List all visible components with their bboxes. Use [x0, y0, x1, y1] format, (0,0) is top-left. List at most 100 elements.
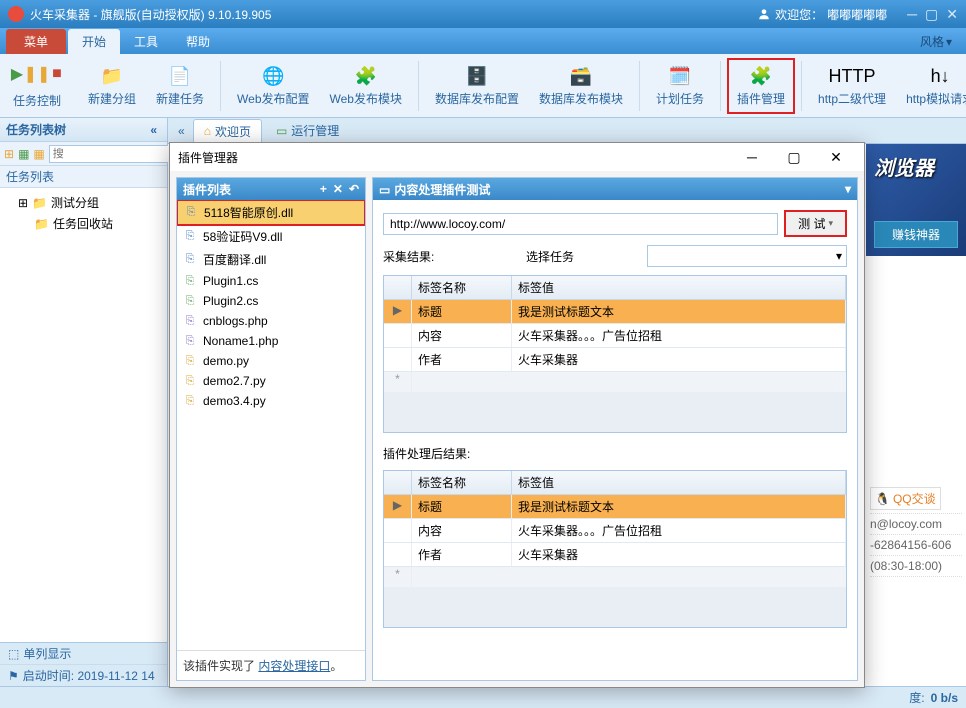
dialog-maximize-button[interactable]: ▢ — [774, 145, 814, 169]
grid2-tagname-header: 标签名称 — [412, 471, 512, 494]
plugin-item[interactable]: ⎘58验证码V9.dll — [177, 225, 365, 248]
contact-panel: 🐧QQ交谈 n@locoy.com -62864156-606 (08:30-1… — [866, 478, 966, 583]
grid2-selector-header — [384, 471, 412, 494]
plugin-item[interactable]: ⎘demo.py — [177, 351, 365, 371]
plugin-item[interactable]: ⎘Noname1.php — [177, 331, 365, 351]
after-result-grid: 标签名称 标签值 ▶标题我是测试标题文本内容火车采集器。。。广告位招租作者火车采… — [383, 470, 847, 628]
browser-title: 浏览器 — [874, 152, 958, 181]
add-folder-icon[interactable]: ⊞ — [4, 146, 14, 162]
ribbon-icon: 🧩 — [354, 64, 378, 88]
grid-tagvalue-header: 标签值 — [512, 276, 846, 299]
ribbon-icon: h↓ — [928, 64, 952, 88]
tree-item[interactable]: 📁任务回收站 — [4, 213, 163, 234]
remove-plugin-button[interactable]: ✕ — [333, 182, 343, 196]
ribbon-数据库发布配置[interactable]: 🗄️数据库发布配置 — [425, 58, 529, 114]
grid-selector-header — [384, 276, 412, 299]
username: 嘟嘟嘟嘟嘟 — [827, 6, 887, 23]
select-task-label: 选择任务 — [526, 248, 574, 265]
ribbon-Web发布模块[interactable]: 🧩Web发布模块 — [320, 58, 412, 114]
ribbon-icon: 📄 — [168, 64, 192, 88]
plugin-item[interactable]: ⎘demo2.7.py — [177, 371, 365, 391]
contact-phone: -62864156-606 — [870, 535, 962, 556]
sidebar-header: 任务列表树 « — [0, 118, 167, 142]
welcome-label: 欢迎您： 嘟嘟嘟嘟嘟 — [757, 6, 887, 23]
ribbon-icon: 🗄️ — [465, 64, 489, 88]
ribbon-http模拟请求[interactable]: h↓http模拟请求 — [896, 58, 966, 114]
folder2-icon[interactable]: ▦ — [33, 146, 44, 162]
collect-result-grid: 标签名称 标签值 ▶标题我是测试标题文本内容火车采集器。。。广告位招租作者火车采… — [383, 275, 847, 433]
grid-tagname-header: 标签名称 — [412, 276, 512, 299]
user-icon — [757, 7, 771, 21]
ribbon-插件管理[interactable]: 🧩插件管理 — [727, 58, 795, 114]
dropdown-arrow-icon[interactable]: ▾ — [845, 182, 851, 196]
collapse-sidebar-button[interactable]: « — [146, 123, 161, 137]
dialog-title: 插件管理器 — [178, 149, 732, 166]
ribbon-icon: HTTP — [840, 64, 864, 88]
table-row[interactable]: 作者火车采集器 — [384, 348, 846, 372]
dialog-close-button[interactable]: ✕ — [816, 145, 856, 169]
ribbon-数据库发布模块[interactable]: 🗃️数据库发布模块 — [529, 58, 633, 114]
plugin-item[interactable]: ⎘百度翻译.dll — [177, 248, 365, 271]
close-button[interactable]: ✕ — [946, 6, 958, 23]
task-control-group: ▶ ❚❚ ■ 任务控制 — [8, 62, 66, 109]
stop-button[interactable]: ■ — [48, 62, 66, 86]
style-dropdown[interactable]: 风格▾ — [912, 29, 960, 54]
app-title: 火车采集器 - 旗舰版(自动授权版) 9.10.19.905 — [30, 6, 757, 23]
qq-chat-button[interactable]: 🐧QQ交谈 — [870, 487, 941, 510]
home-icon: ⌂ — [204, 124, 211, 138]
ribbon-新建任务[interactable]: 📄新建任务 — [146, 58, 214, 114]
pause-button[interactable]: ❚❚ — [28, 62, 46, 86]
plugin-footer: 该插件实现了 内容处理接口。 — [177, 650, 365, 680]
ribbon-icon: 🧩 — [749, 64, 773, 88]
ribbon-icon: 🗃️ — [569, 64, 593, 88]
promo-button[interactable]: 赚钱神器 — [874, 221, 958, 248]
ribbon-Web发布配置[interactable]: 🌐Web发布配置 — [227, 58, 319, 114]
table-row[interactable]: 作者火车采集器 — [384, 543, 846, 567]
ribbon-icon: 🗓️ — [668, 64, 692, 88]
ribbon-新建分组[interactable]: 📁新建分组 — [78, 58, 146, 114]
task-select-dropdown[interactable]: ▾ — [647, 245, 847, 267]
tab-start[interactable]: 开始 — [68, 29, 120, 54]
ribbon-http二级代理[interactable]: HTTPhttp二级代理 — [808, 58, 896, 114]
minimize-button[interactable]: ─ — [907, 6, 917, 23]
tabs-prev-button[interactable]: « — [174, 124, 189, 138]
tree-item[interactable]: ⊞📁测试分组 — [4, 192, 163, 213]
task-tree: ⊞📁测试分组📁任务回收站 — [0, 188, 167, 642]
monitor-icon: ▭ — [276, 124, 287, 138]
tab-help[interactable]: 帮助 — [172, 29, 224, 54]
menu-button[interactable]: 菜单 — [6, 29, 66, 54]
plugin-test-panel: ▭内容处理插件测试 ▾ 测 试▾ 采集结果: 选择任务 ▾ 标签名称 — [372, 177, 858, 681]
sidebar: 任务列表树 « ⊞ ▦ ▦ 任务列表 ⊞📁测试分组📁任务回收站 ⬚单列显示 ⚑ … — [0, 118, 168, 686]
test-button[interactable]: 测 试▾ — [784, 210, 847, 237]
plugin-item[interactable]: ⎘cnblogs.php — [177, 311, 365, 331]
tab-welcome[interactable]: ⌂ 欢迎页 — [193, 119, 262, 143]
plugin-item[interactable]: ⎘5118智能原创.dll — [177, 200, 365, 226]
speed-label: 度: — [909, 689, 924, 706]
refresh-plugin-button[interactable]: ↶ — [349, 182, 359, 196]
statusbar: 度: 0 b/s — [0, 686, 966, 708]
tab-tools[interactable]: 工具 — [120, 29, 172, 54]
table-row[interactable]: 内容火车采集器。。。广告位招租 — [384, 324, 846, 348]
app-logo-icon — [8, 6, 24, 22]
content-interface-link[interactable]: 内容处理接口 — [258, 659, 330, 673]
plugin-item[interactable]: ⎘Plugin2.cs — [177, 291, 365, 311]
contact-email: n@locoy.com — [870, 514, 962, 535]
add-plugin-button[interactable]: + — [320, 182, 327, 196]
ribbon-计划任务[interactable]: 🗓️计划任务 — [646, 58, 714, 114]
grid2-tagvalue-header: 标签值 — [512, 471, 846, 494]
menubar: 菜单 开始 工具 帮助 风格▾ — [0, 28, 966, 54]
single-line-toggle[interactable]: ⬚单列显示 — [0, 642, 167, 664]
table-row[interactable]: ▶标题我是测试标题文本 — [384, 300, 846, 324]
test-url-input[interactable] — [383, 213, 778, 235]
plugin-item[interactable]: ⎘demo3.4.py — [177, 391, 365, 411]
browser-promo-panel: 浏览器 赚钱神器 — [866, 144, 966, 256]
maximize-button[interactable]: ▢ — [925, 6, 938, 23]
dialog-minimize-button[interactable]: ─ — [732, 145, 772, 169]
content-tabs: « ⌂ 欢迎页 ▭ 运行管理 — [168, 118, 966, 144]
table-row[interactable]: ▶标题我是测试标题文本 — [384, 495, 846, 519]
table-row[interactable]: 内容火车采集器。。。广告位招租 — [384, 519, 846, 543]
tab-run-manage[interactable]: ▭ 运行管理 — [266, 119, 349, 142]
plugin-item[interactable]: ⎘Plugin1.cs — [177, 271, 365, 291]
folder-icon[interactable]: ▦ — [18, 146, 29, 162]
sidebar-toolbar: ⊞ ▦ ▦ — [0, 142, 167, 166]
